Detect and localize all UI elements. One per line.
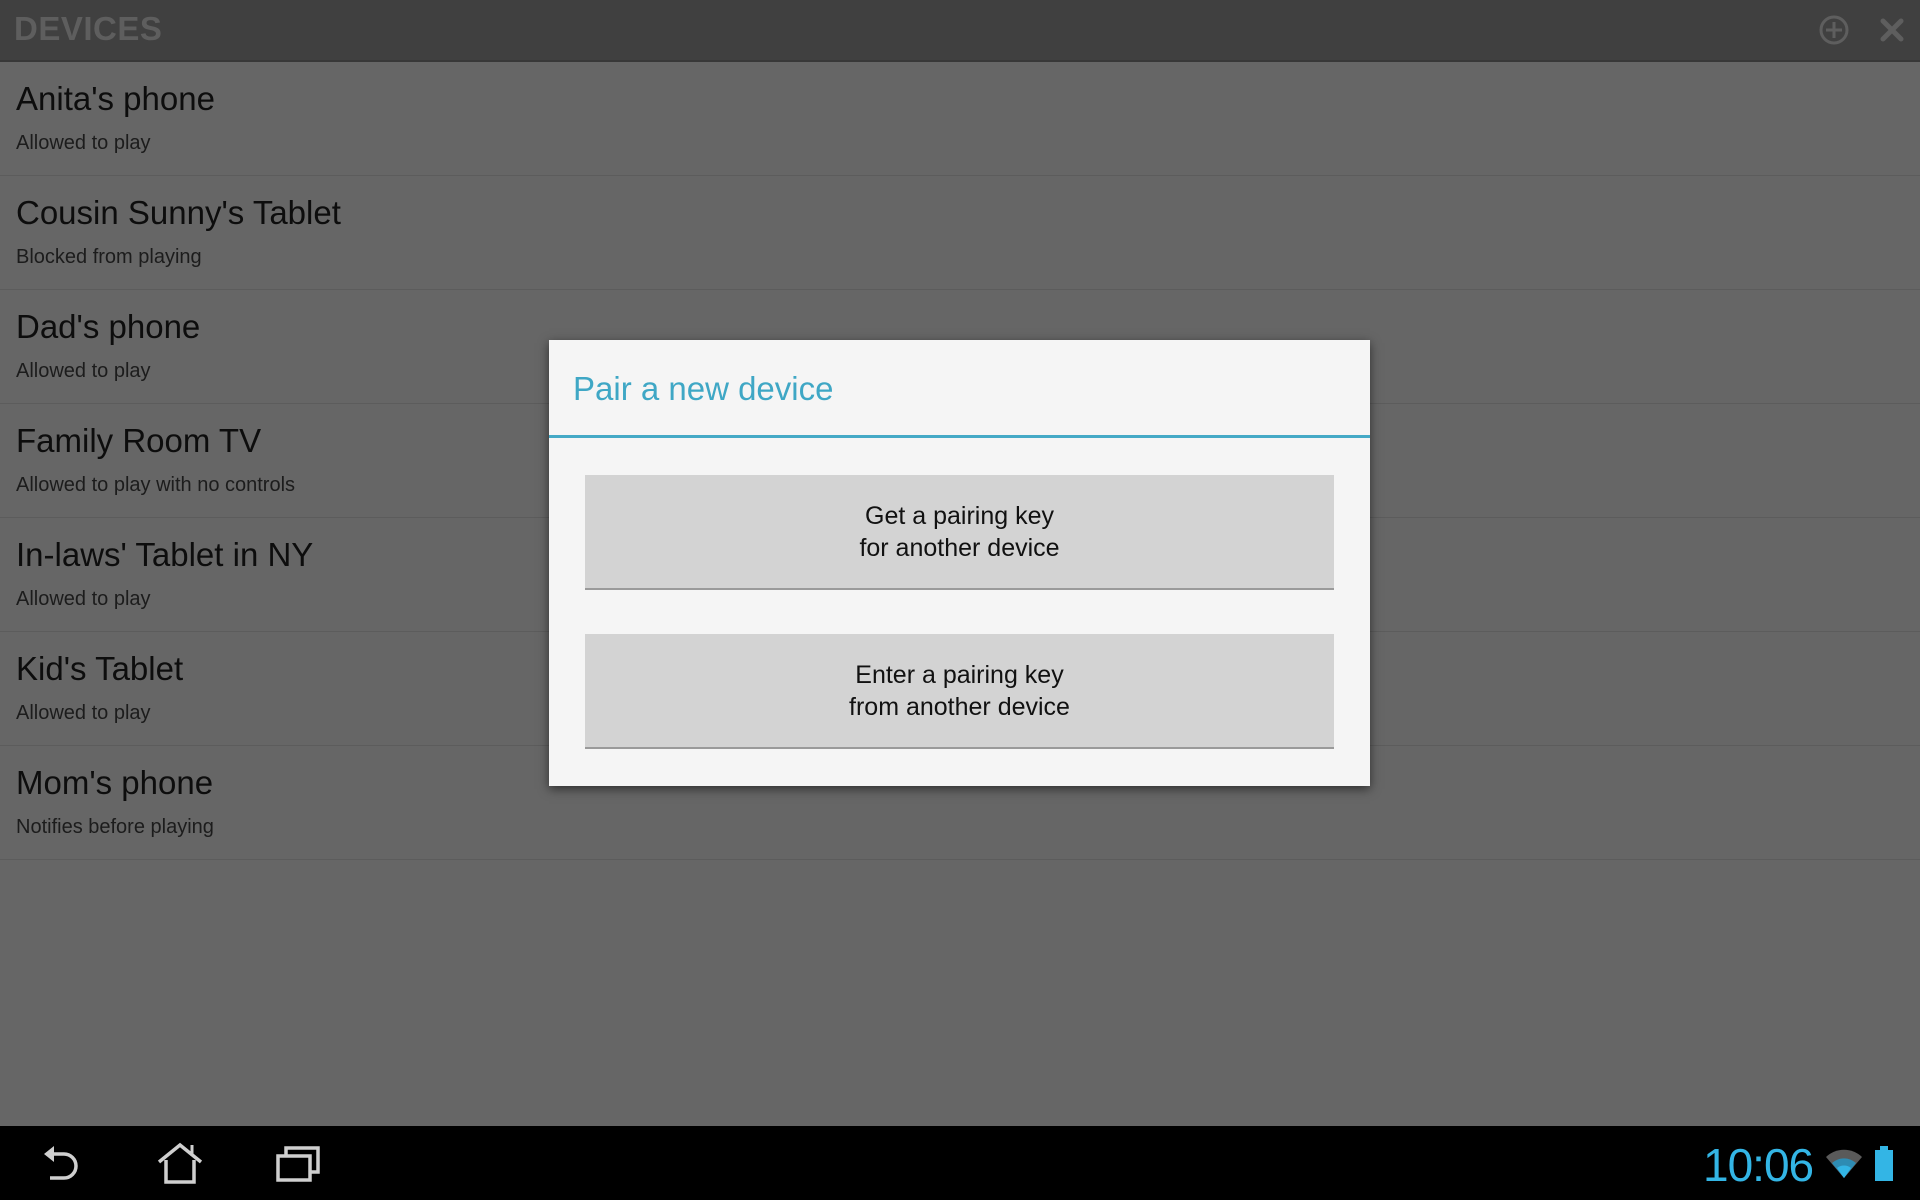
dialog-title: Pair a new device <box>573 370 834 407</box>
device-row[interactable]: Anita's phone Allowed to play <box>0 62 1920 176</box>
home-icon <box>157 1142 203 1184</box>
device-status: Allowed to play <box>16 702 151 724</box>
device-row[interactable]: Cousin Sunny's Tablet Blocked from playi… <box>0 176 1920 290</box>
recent-apps-icon <box>276 1146 320 1182</box>
home-button[interactable] <box>140 1136 220 1192</box>
button-label-line2: for another device <box>859 533 1060 562</box>
device-status: Blocked from playing <box>16 246 202 268</box>
device-name: Mom's phone <box>16 764 214 801</box>
button-label-line1: Enter a pairing key <box>855 660 1064 689</box>
clock: 10:06 <box>1703 1139 1814 1191</box>
dialog-title-divider <box>549 435 1370 438</box>
device-name: Cousin Sunny's Tablet <box>16 194 341 231</box>
get-pairing-key-button[interactable]: Get a pairing key for another device <box>585 475 1334 590</box>
button-label-line2: from another device <box>849 692 1070 721</box>
back-icon <box>44 1146 78 1180</box>
close-button[interactable] <box>1872 10 1912 50</box>
device-status: Notifies before playing <box>16 816 214 838</box>
back-button[interactable] <box>20 1136 100 1192</box>
device-status: Allowed to play with no controls <box>16 474 296 496</box>
device-name: Family Room TV <box>16 422 262 459</box>
battery-icon <box>1875 1146 1893 1181</box>
enter-pairing-key-button[interactable]: Enter a pairing key from another device <box>585 634 1334 749</box>
add-circle-icon <box>1819 15 1849 45</box>
close-icon <box>1880 18 1904 42</box>
system-nav-bar: 10:06 <box>0 1126 1920 1200</box>
recent-apps-button[interactable] <box>258 1136 338 1192</box>
device-name: In-laws' Tablet in NY <box>16 536 314 573</box>
add-device-button[interactable] <box>1814 10 1854 50</box>
pair-device-dialog: Pair a new device Get a pairing key for … <box>549 340 1370 786</box>
device-name: Anita's phone <box>16 80 215 117</box>
device-name: Dad's phone <box>16 308 201 345</box>
button-label-line1: Get a pairing key <box>865 501 1054 530</box>
device-status: Allowed to play <box>16 132 151 154</box>
device-status: Allowed to play <box>16 360 151 382</box>
wifi-icon <box>1826 1149 1862 1178</box>
device-name: Kid's Tablet <box>16 650 184 687</box>
device-status: Allowed to play <box>16 588 151 610</box>
action-bar: DEVICES <box>0 0 1920 62</box>
page-title: DEVICES <box>14 10 163 47</box>
